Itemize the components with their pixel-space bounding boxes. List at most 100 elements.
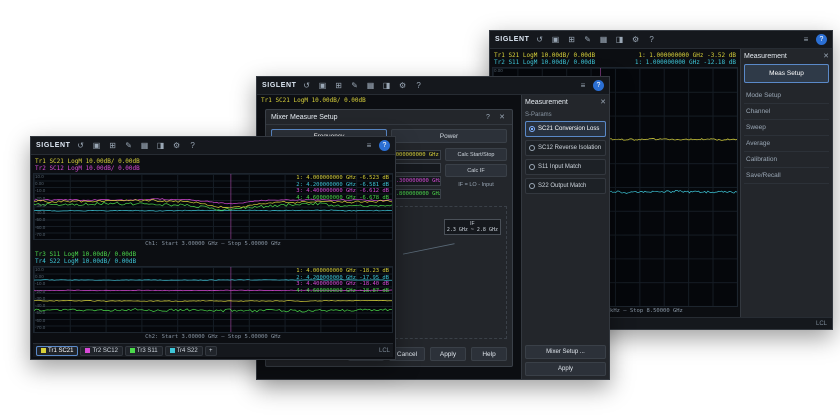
- tab-tr4[interactable]: Tr4 S22: [165, 346, 203, 356]
- annotate-icon[interactable]: ✎: [582, 34, 594, 46]
- save-icon[interactable]: ▣: [91, 140, 103, 152]
- tab-label: Tr3 S11: [137, 346, 158, 356]
- menu-icon[interactable]: ≡: [363, 140, 375, 152]
- toolbar: SIGLENT ↺ ▣ ⊞ ✎ ▦ ◨ ⚙ ? ≡ ?: [257, 77, 609, 95]
- trace-plot[interactable]: 1: 4.000000000 GHz -6.523 dB 2: 4.200000…: [33, 173, 393, 240]
- split-view-icon[interactable]: ◨: [381, 80, 393, 92]
- tab-tr1[interactable]: Tr1 SC21: [36, 346, 78, 356]
- add-trace-button[interactable]: +: [205, 346, 217, 356]
- settings-icon[interactable]: ⚙: [630, 34, 642, 46]
- split-view-icon[interactable]: ◨: [614, 34, 626, 46]
- menu-item-mode-setup[interactable]: Mode Setup: [744, 88, 829, 104]
- dialog-close-icon[interactable]: ✕: [497, 113, 507, 121]
- apply-button[interactable]: Apply: [430, 347, 466, 361]
- trace-label-block: Tr3 S11 LogM 10.00dB/ 0.00dB Tr4 S22 Log…: [35, 251, 136, 265]
- menu-item-calibration[interactable]: Calibration: [744, 152, 829, 168]
- mixer-setup-button[interactable]: Mixer Setup ...: [525, 345, 606, 359]
- tab-power[interactable]: Power: [391, 129, 507, 143]
- menu-item-sweep[interactable]: Sweep: [744, 120, 829, 136]
- panel-apply-button[interactable]: Apply: [525, 362, 606, 376]
- marker-readout: 1: 1.000000000 GHz -12.18 dB: [635, 59, 736, 66]
- trace-panel-2: Tr3 S11 LogM 10.00dB/ 0.00dB Tr4 S22 Log…: [33, 250, 393, 341]
- help-icon[interactable]: ?: [187, 140, 199, 152]
- axis-label: Ch1: Start 3.00000 GHz — Stop 5.00000 GH…: [33, 240, 393, 248]
- screenshot-icon[interactable]: ⊞: [566, 34, 578, 46]
- y-tick-label: -50.0: [35, 217, 45, 222]
- option-s22-output-match[interactable]: S22 Output Match: [525, 178, 606, 194]
- if-formula-label[interactable]: IF = LO - Input: [445, 180, 507, 188]
- preset-icon[interactable]: ↺: [75, 140, 87, 152]
- assistant-icon[interactable]: ?: [593, 80, 604, 91]
- marker-readout: 3: 4.400000000 GHz -18.40 dB: [296, 281, 389, 288]
- help-button[interactable]: Help: [471, 347, 507, 361]
- trace-line[interactable]: [34, 210, 392, 211]
- status-text: LCL: [379, 348, 390, 354]
- trace-label[interactable]: Tr4 S22 LogM 10.00dB/ 0.00dB: [35, 258, 136, 265]
- radio-icon: [529, 183, 535, 189]
- option-sc21-conversion-loss[interactable]: SC21 Conversion Loss: [525, 121, 606, 137]
- menu-icon[interactable]: ≡: [800, 34, 812, 46]
- siglent-logo: SIGLENT: [36, 142, 71, 149]
- option-sc12-reverse-isolation[interactable]: SC12 Reverse Isolation: [525, 140, 606, 156]
- preset-icon[interactable]: ↺: [301, 80, 313, 92]
- close-icon[interactable]: ✕: [823, 52, 829, 60]
- diagram-if-range: 2.3 GHz ~ 2.8 GHz: [447, 227, 498, 233]
- option-s11-input-match[interactable]: S11 Input Match: [525, 159, 606, 175]
- display-icon[interactable]: ▦: [139, 140, 151, 152]
- menu-item-channel[interactable]: Channel: [744, 104, 829, 120]
- settings-icon[interactable]: ⚙: [397, 80, 409, 92]
- close-icon[interactable]: ✕: [600, 98, 606, 106]
- window-traces: SIGLENT ↺ ▣ ⊞ ✎ ▦ ◨ ⚙ ? ≡ ? Tr1 SC21 Log…: [30, 136, 396, 360]
- assistant-icon[interactable]: ?: [379, 140, 390, 151]
- y-tick-label: -10.0: [35, 281, 45, 286]
- tab-tr2[interactable]: Tr2 SC12: [80, 346, 122, 356]
- display-icon[interactable]: ▦: [365, 80, 377, 92]
- trace-plot[interactable]: 1: 4.000000000 GHz -18.23 dB 2: 4.200000…: [33, 266, 393, 333]
- menu-item-meas-setup[interactable]: Meas Setup: [744, 64, 829, 83]
- dialog-titlebar: Mixer Measure Setup ? ✕: [266, 110, 512, 125]
- menu-item-average[interactable]: Average: [744, 136, 829, 152]
- help-icon[interactable]: ?: [646, 34, 658, 46]
- radio-icon: [529, 164, 535, 170]
- trace-header: Tr1 S21 LogM 10.00dB/ 0.00dB Tr2 S11 Log…: [492, 51, 738, 67]
- y-tick-label: -40.0: [35, 210, 45, 215]
- trace-color-swatch: [85, 348, 90, 353]
- screenshot-icon[interactable]: ⊞: [333, 80, 345, 92]
- annotate-icon[interactable]: ✎: [123, 140, 135, 152]
- y-tick-label: -70.0: [35, 325, 45, 330]
- trace-label[interactable]: Tr1 S21 LogM 10.00dB/ 0.00dB: [494, 52, 595, 59]
- help-icon[interactable]: ?: [413, 80, 425, 92]
- display-icon[interactable]: ▦: [598, 34, 610, 46]
- annotate-icon[interactable]: ✎: [349, 80, 361, 92]
- trace-line[interactable]: [34, 308, 392, 312]
- menu-icon[interactable]: ≡: [577, 80, 589, 92]
- measurement-menu-panel: Measurement ✕ S-Params SC21 Conversion L…: [521, 95, 609, 379]
- settings-icon[interactable]: ⚙: [171, 140, 183, 152]
- tab-tr3[interactable]: Tr3 S11: [125, 346, 163, 356]
- calc-if-button[interactable]: Calc IF: [445, 164, 507, 177]
- save-icon[interactable]: ▣: [317, 80, 329, 92]
- trace-label[interactable]: Tr3 S11 LogM 10.00dB/ 0.00dB: [35, 251, 136, 258]
- y-tick-label: -30.0: [35, 296, 45, 301]
- calc-start-stop-button[interactable]: Calc Start/Stop: [445, 148, 507, 161]
- trace-line[interactable]: [34, 300, 392, 301]
- y-tick-label: 10.0: [35, 267, 44, 272]
- option-label: S11 Input Match: [538, 164, 581, 170]
- trace-panel-1: Tr1 SC21 LogM 10.00dB/ 0.00dB Tr2 SC12 L…: [33, 157, 393, 248]
- siglent-logo: SIGLENT: [495, 36, 530, 43]
- screenshot-icon[interactable]: ⊞: [107, 140, 119, 152]
- tab-label: Tr1 SC21: [48, 346, 73, 356]
- toolbar: SIGLENT ↺ ▣ ⊞ ✎ ▦ ◨ ⚙ ? ≡ ?: [31, 137, 395, 155]
- split-view-icon[interactable]: ◨: [155, 140, 167, 152]
- menu-item-save-recall[interactable]: Save/Recall: [744, 168, 829, 184]
- preset-icon[interactable]: ↺: [534, 34, 546, 46]
- assistant-icon[interactable]: ?: [816, 34, 827, 45]
- trace-label[interactable]: Tr2 SC12 LogM 10.00dB/ 0.00dB: [35, 165, 140, 172]
- measurement-menu-panel: Measurement ✕ Meas Setup Mode Setup Chan…: [740, 49, 832, 317]
- trace-label[interactable]: Tr1 SC21 LogM 10.00dB/ 0.00dB: [35, 158, 140, 165]
- dialog-help-icon[interactable]: ?: [483, 114, 493, 121]
- trace-label[interactable]: Tr2 S11 LogM 10.00dB/ 0.00dB: [494, 59, 595, 66]
- marker-readout: 1: 4.000000000 GHz -18.23 dB: [296, 268, 389, 275]
- y-tick-label: 0.00: [494, 68, 503, 73]
- save-icon[interactable]: ▣: [550, 34, 562, 46]
